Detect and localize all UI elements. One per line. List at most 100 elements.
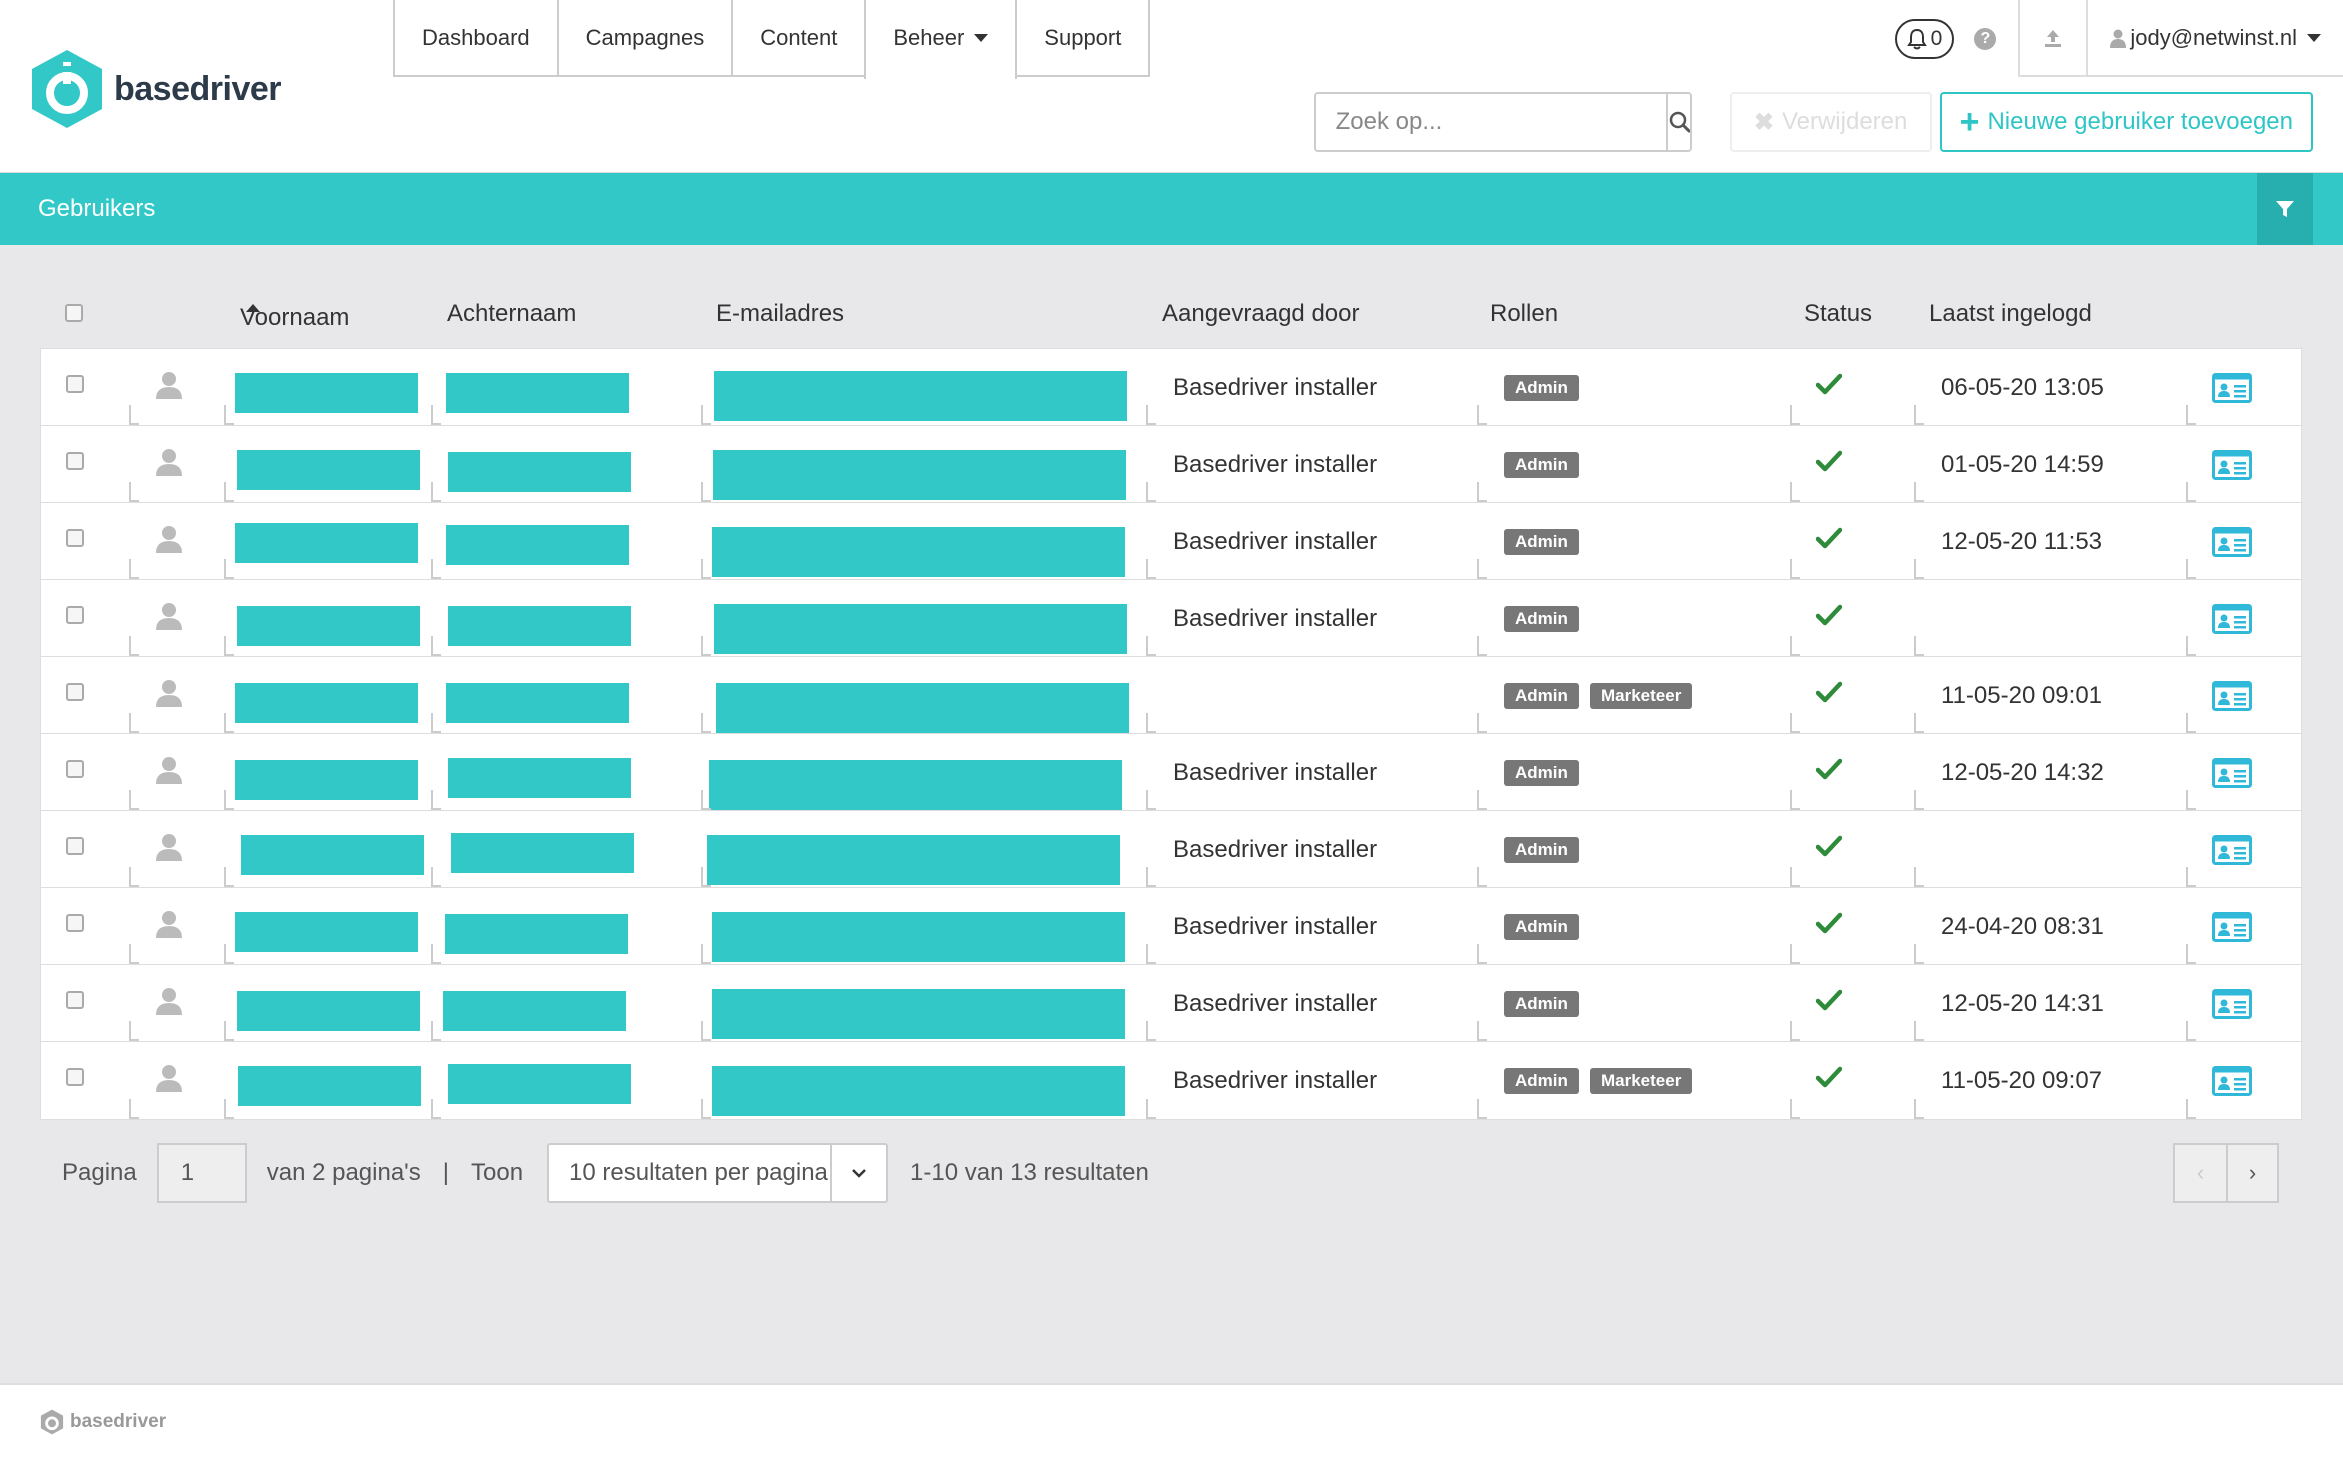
email-redacted [712,989,1125,1039]
firstname-redacted [235,760,418,800]
help-icon[interactable]: ? [1974,27,1997,50]
col-separator [431,559,441,579]
notifications-count: 0 [1930,26,1943,50]
col-separator [1914,713,1924,733]
col-status[interactable]: Status [1804,300,1872,328]
table-row[interactable]: Basedriver installer Admin 12-05-20 14:3… [41,965,2301,1042]
row-checkbox[interactable] [66,375,84,393]
last-login: 11-05-20 09:07 [1941,1067,2103,1094]
row-checkbox[interactable] [66,1068,84,1086]
col-separator [224,790,234,810]
add-user-button[interactable]: + Nieuwe gebruiker toevoegen [1939,92,2313,152]
notifications-button[interactable]: 0 [1894,18,1955,59]
firstname-redacted [237,450,420,490]
email-redacted [716,683,1129,733]
col-separator [1914,790,1924,810]
search-input[interactable] [1315,94,1666,150]
row-checkbox[interactable] [66,606,84,624]
row-checkbox[interactable] [66,914,84,932]
col-lastname[interactable]: Achternaam [447,300,576,328]
col-roles[interactable]: Rollen [1490,300,1558,328]
role-badge: Admin [1504,529,1579,555]
col-separator [1790,790,1800,810]
col-last-login[interactable]: Laatst ingelogd [1929,300,2092,328]
row-checkbox[interactable] [66,452,84,470]
col-requested-by[interactable]: Aangevraagd door [1162,300,1359,328]
user-avatar-icon [156,603,182,630]
firstname-redacted [238,1066,421,1106]
col-separator [431,713,441,733]
search-button[interactable] [1665,94,1690,150]
delete-button[interactable]: ✖ Verwijderen [1729,92,1932,152]
firstname-redacted [241,835,424,875]
col-separator [1790,713,1800,733]
col-separator [1477,405,1487,425]
table-row[interactable]: Basedriver installer Admin 12-05-20 11:5… [41,503,2301,580]
logo[interactable]: basedriver [30,48,282,130]
email-redacted [713,450,1126,500]
col-separator [1477,482,1487,502]
row-checkbox[interactable] [66,760,84,778]
user-card-icon[interactable] [2212,758,2252,788]
page-number-input[interactable]: 1 [156,1143,247,1203]
user-card-icon[interactable] [2212,912,2252,942]
table-row[interactable]: Basedriver installer Admin [41,811,2301,888]
col-separator [2186,1021,2196,1041]
footer-logo: basedriver [40,1409,166,1435]
nav-beheer[interactable]: Beheer [864,0,1018,79]
nav-dashboard[interactable]: Dashboard [393,0,559,77]
lastname-redacted [443,991,626,1031]
select-all-checkbox[interactable] [65,304,83,322]
user-menu[interactable]: jody@netwinst.nl [2086,0,2343,77]
user-avatar-icon [156,1065,182,1092]
prev-page-button[interactable]: ‹ [2173,1143,2226,1203]
row-checkbox[interactable] [66,991,84,1009]
firstname-redacted [235,683,418,723]
col-separator [1146,559,1156,579]
status-check-icon [1816,758,1842,780]
col-email[interactable]: E-mailadres [716,300,844,328]
requested-by: Basedriver installer [1173,374,1378,401]
row-checkbox[interactable] [66,683,84,701]
col-separator [701,1021,711,1041]
user-card-icon[interactable] [2212,835,2252,865]
row-checkbox[interactable] [66,837,84,855]
col-separator [224,713,234,733]
col-separator [224,482,234,502]
bell-icon [1906,28,1927,49]
user-avatar-icon [156,680,182,707]
next-page-button[interactable]: › [2226,1143,2279,1203]
table-row[interactable]: Basedriver installer Admin 12-05-20 14:3… [41,734,2301,811]
filter-button[interactable] [2257,173,2313,245]
user-card-icon[interactable] [2212,450,2252,480]
role-badge: Admin [1504,1068,1579,1094]
nav-content[interactable]: Content [731,0,867,77]
table-row[interactable]: Basedriver installer Admin 01-05-20 14:5… [41,426,2301,503]
email-redacted [709,760,1122,810]
col-separator [1146,1021,1156,1041]
user-card-icon[interactable] [2212,527,2252,557]
per-page-select[interactable]: 10 resultaten per pagina [547,1143,889,1203]
pagination: Pagina 1 van 2 pagina's | Toon 10 result… [62,1143,1149,1203]
user-card-icon[interactable] [2212,1066,2252,1096]
upload-button[interactable] [2018,0,2087,77]
email-redacted [714,371,1127,421]
status-check-icon [1816,527,1842,549]
row-checkbox[interactable] [66,529,84,547]
role-badge: Admin [1504,837,1579,863]
status-check-icon [1816,373,1842,395]
user-card-icon[interactable] [2212,373,2252,403]
table-row[interactable]: Basedriver installer Admin Marketeer 11-0… [41,1042,2301,1119]
nav-support[interactable]: Support [1015,0,1151,77]
user-card-icon[interactable] [2212,604,2252,634]
firstname-redacted [237,991,420,1031]
table-row[interactable]: Basedriver installer Admin [41,580,2301,657]
toolbar: ✖ Verwijderen + Nieuwe gebruiker toevoeg… [1313,92,2313,152]
table-row[interactable]: Basedriver installer Admin 06-05-20 13:0… [41,349,2301,426]
nav-campagnes[interactable]: Campagnes [556,0,734,77]
user-card-icon[interactable] [2212,681,2252,711]
table-row[interactable]: Basedriver installer Admin 24-04-20 08:3… [41,888,2301,965]
col-separator [701,867,711,887]
user-card-icon[interactable] [2212,989,2252,1019]
table-row[interactable]: Admin Marketeer 11-05-20 09:01 [41,657,2301,734]
